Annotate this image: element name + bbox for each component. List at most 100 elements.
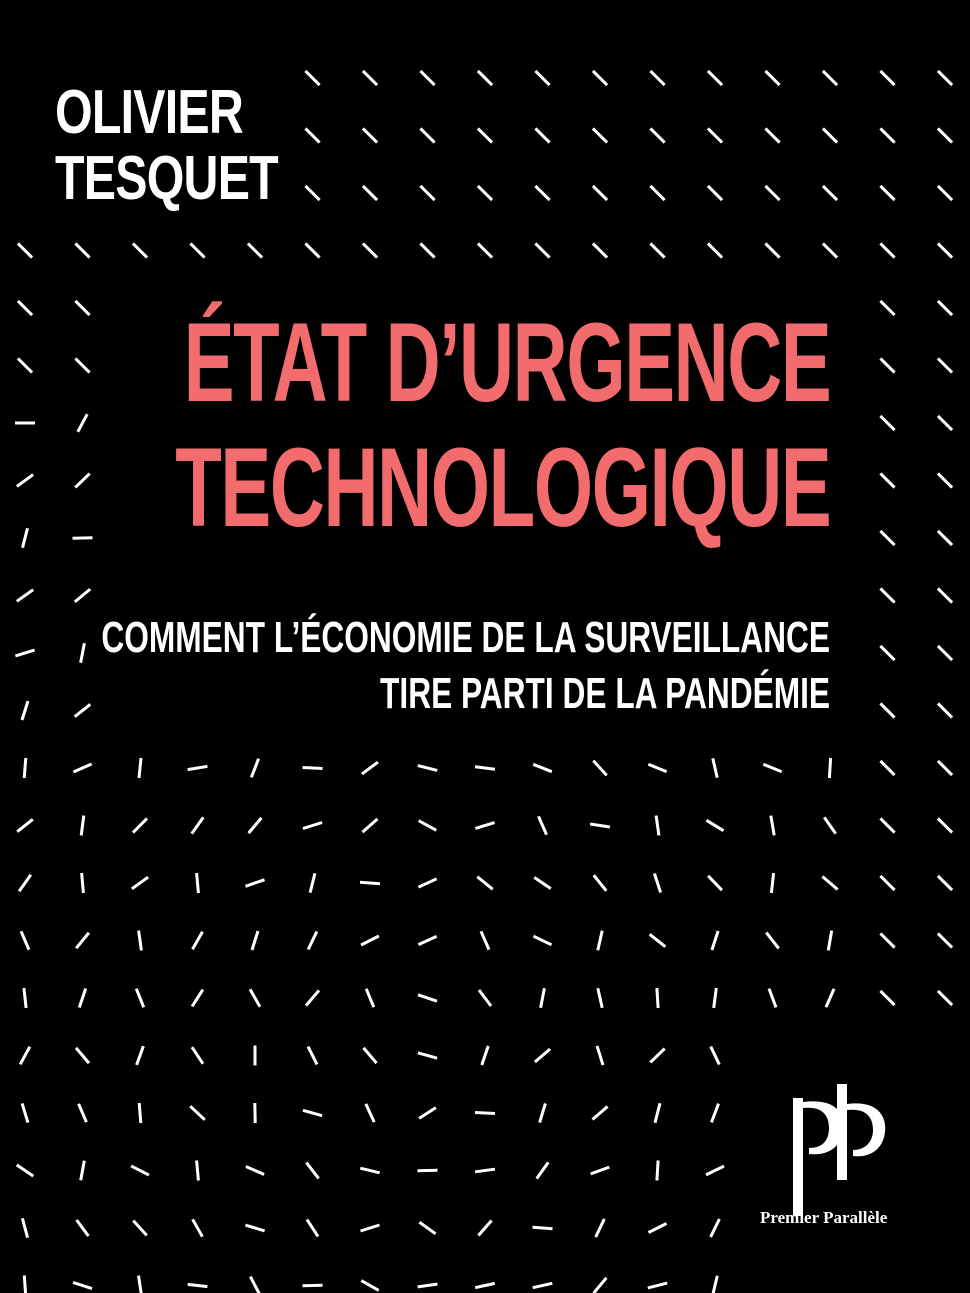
dash-mark — [936, 644, 954, 662]
dash-mark — [649, 242, 666, 259]
dash-mark — [80, 872, 85, 894]
dash-mark — [476, 875, 494, 891]
dash-mark — [826, 930, 834, 951]
dash-mark — [304, 242, 321, 259]
dash-mark — [79, 1160, 86, 1181]
dash-mark — [709, 1218, 721, 1238]
dash-mark — [474, 765, 496, 771]
dash-mark — [16, 242, 34, 259]
dash-mark — [879, 184, 896, 202]
dash-mark — [654, 815, 661, 836]
dash-mark — [306, 930, 319, 951]
dash-mark — [419, 184, 436, 202]
dash-mark — [22, 757, 28, 779]
dash-mark — [360, 934, 380, 947]
dash-mark — [936, 817, 954, 834]
dash-mark — [589, 822, 611, 829]
dash-mark — [417, 1051, 438, 1060]
dash-mark — [533, 1047, 552, 1064]
dash-mark — [417, 1282, 438, 1289]
dash-mark — [361, 184, 379, 202]
dash-mark — [474, 1111, 496, 1115]
dash-mark — [248, 988, 262, 1008]
dash-mark — [764, 242, 781, 259]
dash-mark — [308, 872, 317, 894]
dash-mark — [936, 357, 954, 374]
dash-mark — [649, 1047, 666, 1064]
dash-mark — [131, 875, 149, 891]
dash-mark — [821, 242, 839, 259]
dash-mark — [245, 1165, 265, 1176]
dash-mark — [647, 1222, 668, 1234]
dash-mark — [20, 700, 30, 721]
dash-mark — [936, 932, 954, 949]
dash-mark — [879, 874, 896, 892]
dash-mark — [189, 1105, 206, 1121]
dash-mark — [191, 1218, 204, 1238]
dash-mark — [592, 1276, 608, 1293]
dash-mark — [137, 757, 143, 779]
dash-mark — [537, 815, 548, 836]
dash-mark — [474, 821, 496, 830]
dash-mark — [591, 242, 609, 259]
dash-mark — [187, 764, 208, 772]
dash-mark — [79, 815, 86, 836]
dash-mark — [250, 758, 260, 778]
dash-mark — [879, 242, 896, 259]
dash-mark — [477, 989, 493, 1007]
dash-mark — [305, 1218, 320, 1238]
dash-mark — [591, 1105, 609, 1121]
dash-mark — [879, 932, 896, 949]
dash-mark — [706, 242, 724, 259]
dash-mark — [75, 1219, 90, 1237]
dash-mark — [418, 1220, 437, 1236]
dash-mark — [594, 1218, 606, 1238]
dash-mark — [765, 931, 780, 950]
dash-mark — [706, 127, 724, 144]
dash-mark — [764, 184, 781, 202]
dash-mark — [131, 242, 149, 259]
dash-mark — [130, 1164, 150, 1177]
dash-mark — [879, 414, 896, 432]
dash-mark — [592, 874, 608, 892]
dash-mark — [532, 934, 553, 947]
title-line-2: TECHNOLOGIQUE — [174, 425, 831, 550]
dash-mark — [419, 127, 436, 144]
dash-mark — [476, 69, 494, 87]
dash-mark — [710, 930, 720, 951]
dash-mark — [361, 69, 379, 87]
book-subtitle: COMMENT L’ÉCONOMIE DE LA SURVEILLANCE TI… — [101, 610, 830, 722]
dash-mark — [762, 762, 783, 774]
dash-mark — [936, 184, 954, 202]
dash-mark — [591, 184, 609, 202]
dash-mark — [246, 242, 264, 259]
dash-mark — [302, 1108, 323, 1118]
dash-mark — [879, 817, 896, 834]
dash-mark — [417, 877, 438, 889]
dash-mark — [706, 184, 724, 202]
dash-mark — [821, 69, 839, 87]
dash-mark — [534, 242, 551, 259]
dash-mark — [936, 759, 954, 777]
dash-mark — [533, 876, 552, 890]
dash-mark — [649, 127, 666, 144]
dash-mark — [419, 242, 436, 259]
dash-mark — [827, 757, 833, 779]
dash-mark — [535, 1161, 550, 1180]
dash-mark — [764, 69, 781, 87]
dash-mark — [245, 878, 265, 888]
dash-mark — [247, 816, 263, 835]
dash-mark — [19, 930, 31, 951]
dash-mark — [879, 69, 896, 87]
dash-mark — [15, 1163, 35, 1178]
dash-mark — [74, 242, 91, 259]
dash-mark — [711, 757, 719, 779]
book-title: ÉTAT D’URGENCE TECHNOLOGIQUE — [0, 300, 831, 550]
dash-mark — [74, 1046, 91, 1065]
dash-mark — [249, 1275, 261, 1293]
dash-mark — [476, 184, 494, 202]
dash-mark — [711, 1275, 719, 1293]
dash-mark — [419, 69, 436, 87]
dash-mark — [769, 872, 776, 894]
dash-mark — [195, 872, 200, 894]
